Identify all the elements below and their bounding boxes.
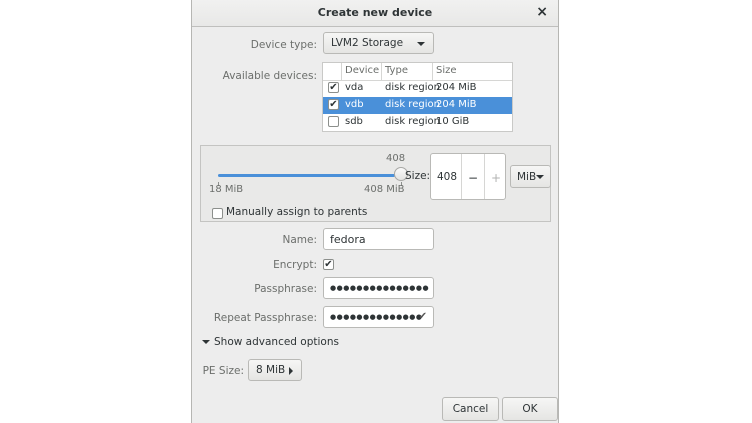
chevron-right-icon (289, 367, 293, 375)
device-checkbox[interactable] (328, 116, 339, 127)
slider-value-label: 408 (386, 153, 406, 164)
show-advanced-expander[interactable]: Show advanced options (202, 336, 339, 348)
close-icon[interactable]: × (536, 4, 548, 20)
table-row[interactable]: sdb disk region 10 GiB (323, 114, 512, 131)
device-checkbox[interactable]: ✔ (328, 99, 339, 110)
chevron-down-icon (536, 175, 544, 179)
title-bar[interactable]: Create new device × (192, 0, 558, 27)
manual-assign-label: Manually assign to parents (226, 206, 368, 218)
encrypt-checkbox[interactable]: ✔ (323, 259, 334, 270)
column-size[interactable]: Size (436, 65, 457, 76)
check-icon: ✔ (418, 311, 427, 322)
table-row[interactable]: ✔ vdb disk region 204 MiB (323, 97, 512, 114)
increase-button[interactable]: + (485, 154, 505, 199)
device-type-value: LVM2 Storage (331, 37, 404, 49)
dialog-title: Create new device (317, 6, 433, 19)
repeat-passphrase-dots: ●●●●●●●●●●●●●● (330, 313, 423, 321)
table-row[interactable]: ✔ vda disk region 204 MiB (323, 80, 512, 97)
slider-min-label: 18 MiB (209, 184, 244, 195)
pe-size-value: 8 MiB (256, 364, 286, 376)
passphrase-label: Passphrase: (254, 283, 317, 295)
show-advanced-label: Show advanced options (214, 336, 339, 348)
device-checkbox[interactable]: ✔ (328, 82, 339, 93)
size-input[interactable]: 408 (437, 171, 457, 183)
column-device[interactable]: Device (345, 65, 379, 76)
decrease-button[interactable]: − (462, 154, 484, 199)
encrypt-label: Encrypt: (273, 259, 317, 271)
repeat-passphrase-label: Repeat Passphrase: (213, 312, 317, 324)
column-type[interactable]: Type (385, 65, 408, 76)
pe-size-dropdown[interactable]: 8 MiB (248, 359, 302, 381)
size-slider-track[interactable] (218, 174, 395, 177)
available-devices-label: Available devices: (222, 70, 317, 82)
chevron-down-icon (417, 42, 425, 46)
size-frame: 408 18 MiB 408 MiB Size: 408 − + MiB Man… (200, 145, 551, 222)
passphrase-input[interactable]: ●●●●●●●●●●●●●●● (323, 277, 434, 299)
slider-max-label: 408 MiB (364, 184, 405, 195)
device-type-dropdown[interactable]: LVM2 Storage (323, 32, 434, 54)
size-spinbutton: 408 − + (430, 153, 506, 200)
size-label: Size: (405, 170, 431, 182)
manual-assign-checkbox[interactable] (212, 208, 223, 219)
create-device-dialog: Create new device × Device type: LVM2 St… (191, 0, 559, 423)
cancel-button[interactable]: Cancel (442, 397, 499, 421)
repeat-passphrase-input[interactable]: ●●●●●●●●●●●●●● ✔ (323, 306, 434, 328)
device-type-label: Device type: (250, 39, 317, 51)
pe-size-label: PE Size: (202, 365, 244, 377)
expander-arrow-icon (202, 340, 210, 344)
ok-button[interactable]: OK (502, 397, 558, 421)
devices-table: Device Type Size ✔ vda disk region 204 M… (322, 62, 513, 132)
size-unit-dropdown[interactable]: MiB (510, 165, 551, 188)
size-unit-value: MiB (517, 170, 537, 183)
name-input[interactable]: fedora (323, 228, 434, 250)
name-label: Name: (282, 234, 317, 246)
table-header: Device Type Size (323, 63, 512, 81)
